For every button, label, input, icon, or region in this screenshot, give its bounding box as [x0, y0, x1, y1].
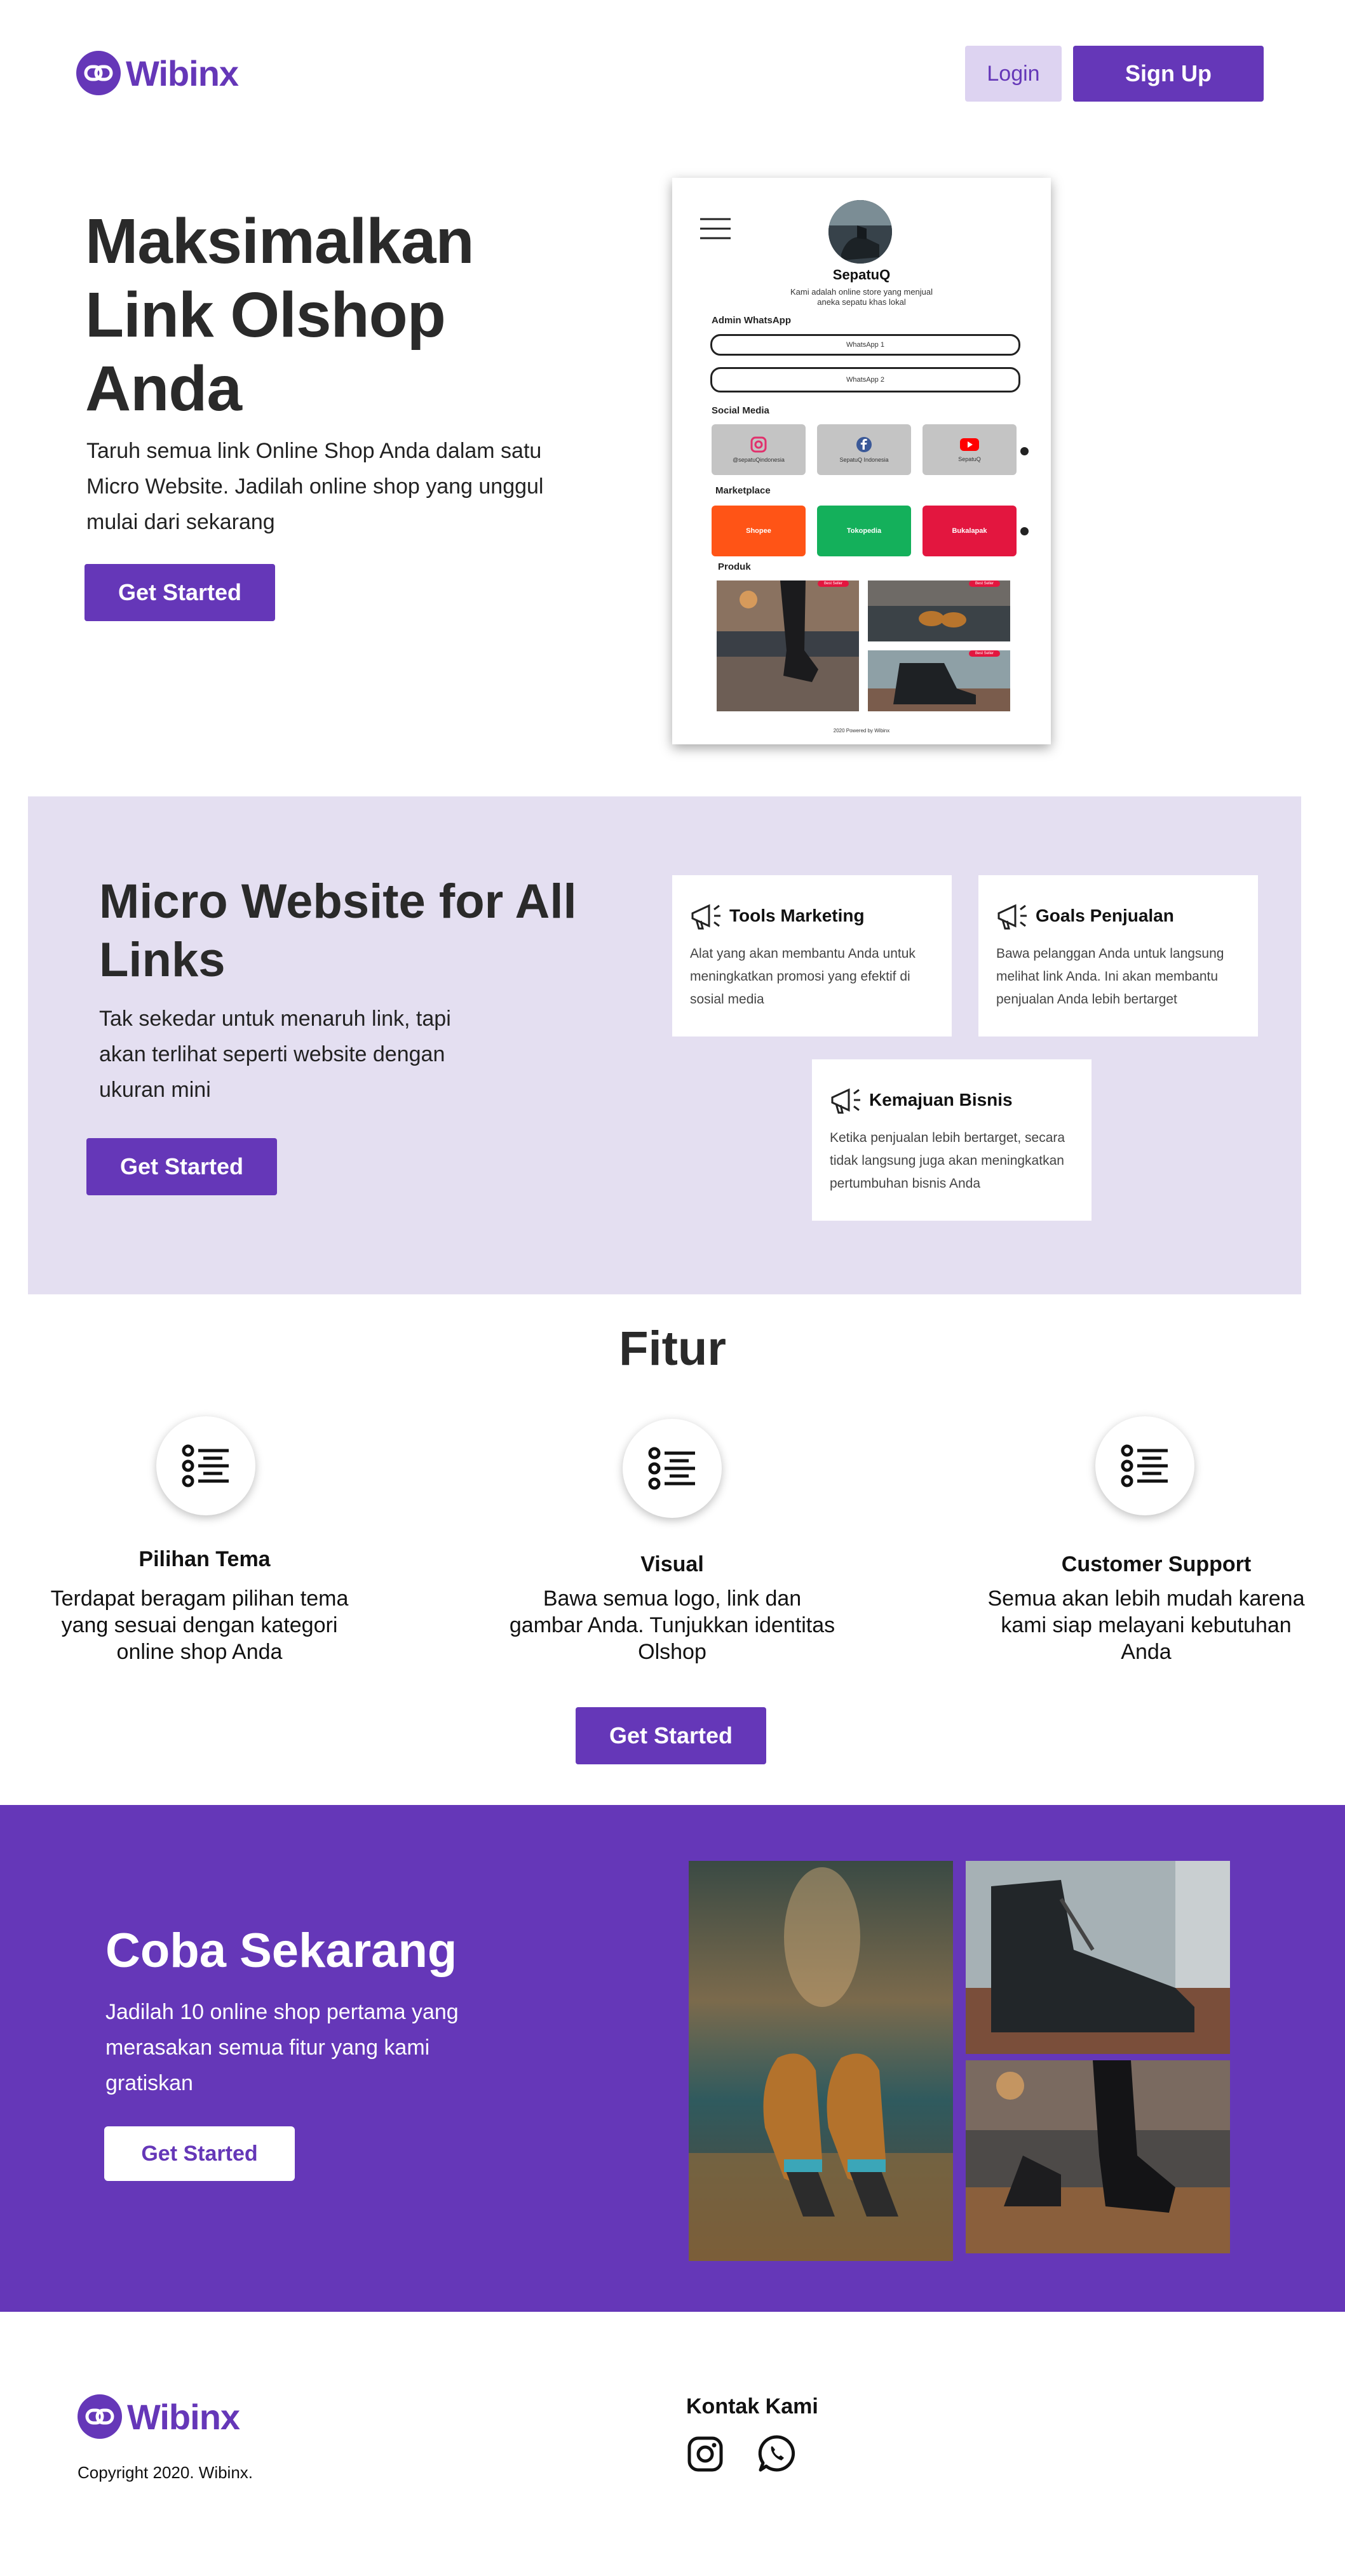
link-logo-icon [78, 2394, 122, 2439]
micro-site-mockup: SepatuQ Kami adalah online store yang me… [672, 178, 1051, 744]
social-instagram-card[interactable]: @sepatuQindonesia [712, 424, 806, 475]
best-seller-badge: Best Seller [968, 650, 1000, 657]
social-facebook-label: SepatuQ Indonesia [839, 457, 889, 463]
logo-text: Wibinx [126, 53, 239, 93]
list-icon [182, 1444, 229, 1487]
footer-contact-title: Kontak Kami [686, 2394, 818, 2418]
social-youtube-label: SepatuQ [958, 456, 981, 462]
coba-subtitle: Jadilah 10 online shop pertama yang mera… [105, 2000, 459, 2095]
coba-title: Coba Sekarang [105, 1924, 457, 1978]
admin-whatsapp-title: Admin WhatsApp [712, 315, 791, 326]
product-image[interactable]: Best Seller [717, 580, 859, 711]
hero-title-line-2: Link Olshop [85, 279, 446, 351]
marketplace-title: Marketplace [715, 485, 771, 496]
feature-title: Customer Support [1061, 1552, 1252, 1576]
youtube-icon [960, 438, 979, 451]
feature-card-kemajuan-bisnis: Kemajuan Bisnis Ketika penjualan lebih b… [812, 1059, 1092, 1221]
hero-title: Maksimalkan Link Olshop Anda [85, 205, 593, 426]
facebook-icon [856, 437, 872, 452]
best-seller-badge: Best Seller [817, 580, 849, 587]
feature-icon-circle [623, 1419, 722, 1518]
card-description: Bawa pelanggan Anda untuk langsung melih… [996, 946, 1224, 1007]
hero-title-line-1: Maksimalkan [85, 206, 475, 277]
hero-subtitle: Taruh semua link Online Shop Anda dalam … [86, 439, 544, 534]
fitur-get-started-button[interactable]: Get Started [576, 1707, 766, 1764]
feature-icon-circle [1095, 1416, 1194, 1515]
feature-card-goals-penjualan: Goals Penjualan Bawa pelanggan Anda untu… [978, 875, 1258, 1036]
instagram-icon[interactable] [686, 2435, 724, 2473]
megaphone-icon [831, 1088, 860, 1114]
megaphone-icon [691, 904, 720, 930]
bukalapak-button[interactable]: Bukalapak [923, 506, 1017, 556]
card-title: Goals Penjualan [1036, 906, 1174, 925]
instagram-icon [750, 436, 767, 453]
signup-button[interactable]: Sign Up [1073, 46, 1264, 102]
fitur-title: Fitur [619, 1322, 726, 1376]
social-facebook-card[interactable]: SepatuQ Indonesia [817, 424, 911, 475]
footer-copyright: Copyright 2020. Wibinx. [78, 2463, 253, 2482]
tokopedia-button[interactable]: Tokopedia [817, 506, 911, 556]
shopee-button[interactable]: Shopee [712, 506, 806, 556]
link-logo-icon [76, 51, 121, 95]
card-description: Ketika penjualan lebih bertarget, secara… [830, 1130, 1065, 1191]
product-image[interactable]: Best Seller [868, 580, 1010, 641]
social-youtube-card[interactable]: SepatuQ [923, 424, 1017, 475]
social-media-title: Social Media [712, 405, 769, 416]
hero-get-started-button[interactable]: Get Started [84, 564, 275, 621]
produk-title: Produk [718, 561, 751, 572]
hamburger-icon[interactable] [700, 217, 731, 240]
micro-get-started-button[interactable]: Get Started [86, 1138, 277, 1195]
micro-subtitle: Tak sekedar untuk menaruh link, tapi aka… [99, 1007, 451, 1102]
carousel-dot[interactable] [1020, 527, 1029, 535]
feature-card-tools-marketing: Tools Marketing Alat yang akan membantu … [672, 875, 952, 1036]
product-image[interactable]: Best Seller [868, 650, 1010, 711]
feature-description: Bawa semua logo, link dan gambar Anda. T… [509, 1587, 835, 1664]
whatsapp-icon[interactable] [757, 2434, 797, 2473]
walking-photo [966, 2060, 1230, 2253]
list-icon [1121, 1444, 1168, 1487]
store-description: Kami adalah online store yang menjual an… [790, 287, 933, 307]
whatsapp-2-button[interactable]: WhatsApp 2 [710, 367, 1020, 392]
hero-title-line-3: Anda [85, 353, 242, 424]
mockup-footer: 2020 Powered by Wibinx [833, 728, 890, 734]
carousel-dot[interactable] [1020, 447, 1029, 455]
boot-photo [966, 1861, 1230, 2054]
feature-description: Semua akan lebih mudah karena kami siap … [987, 1587, 1305, 1664]
social-instagram-label: @sepatuQindonesia [733, 457, 785, 463]
best-seller-badge: Best Seller [968, 580, 1000, 587]
login-button[interactable]: Login [965, 46, 1062, 102]
footer-logo[interactable]: Wibinx [78, 2394, 240, 2439]
card-description: Alat yang akan membantu Anda untuk menin… [690, 946, 916, 1007]
store-name: SepatuQ [832, 267, 891, 283]
feature-title: Pilihan Tema [139, 1547, 271, 1571]
megaphone-icon [997, 904, 1027, 930]
shoe-photo-large [689, 1861, 953, 2261]
micro-title: Micro Website for All Links [99, 875, 577, 987]
logo-text: Wibinx [127, 2396, 240, 2437]
list-icon [648, 1447, 695, 1490]
coba-get-started-button[interactable]: Get Started [104, 2126, 295, 2181]
header-logo[interactable]: Wibinx [76, 51, 239, 95]
feature-description: Terdapat beragam pilihan tema yang sesua… [50, 1587, 349, 1664]
card-title: Tools Marketing [729, 906, 865, 925]
feature-title: Visual [640, 1552, 704, 1576]
store-avatar [828, 200, 892, 264]
feature-icon-circle [156, 1416, 255, 1515]
whatsapp-1-button[interactable]: WhatsApp 1 [710, 334, 1020, 356]
card-title: Kemajuan Bisnis [869, 1090, 1013, 1110]
